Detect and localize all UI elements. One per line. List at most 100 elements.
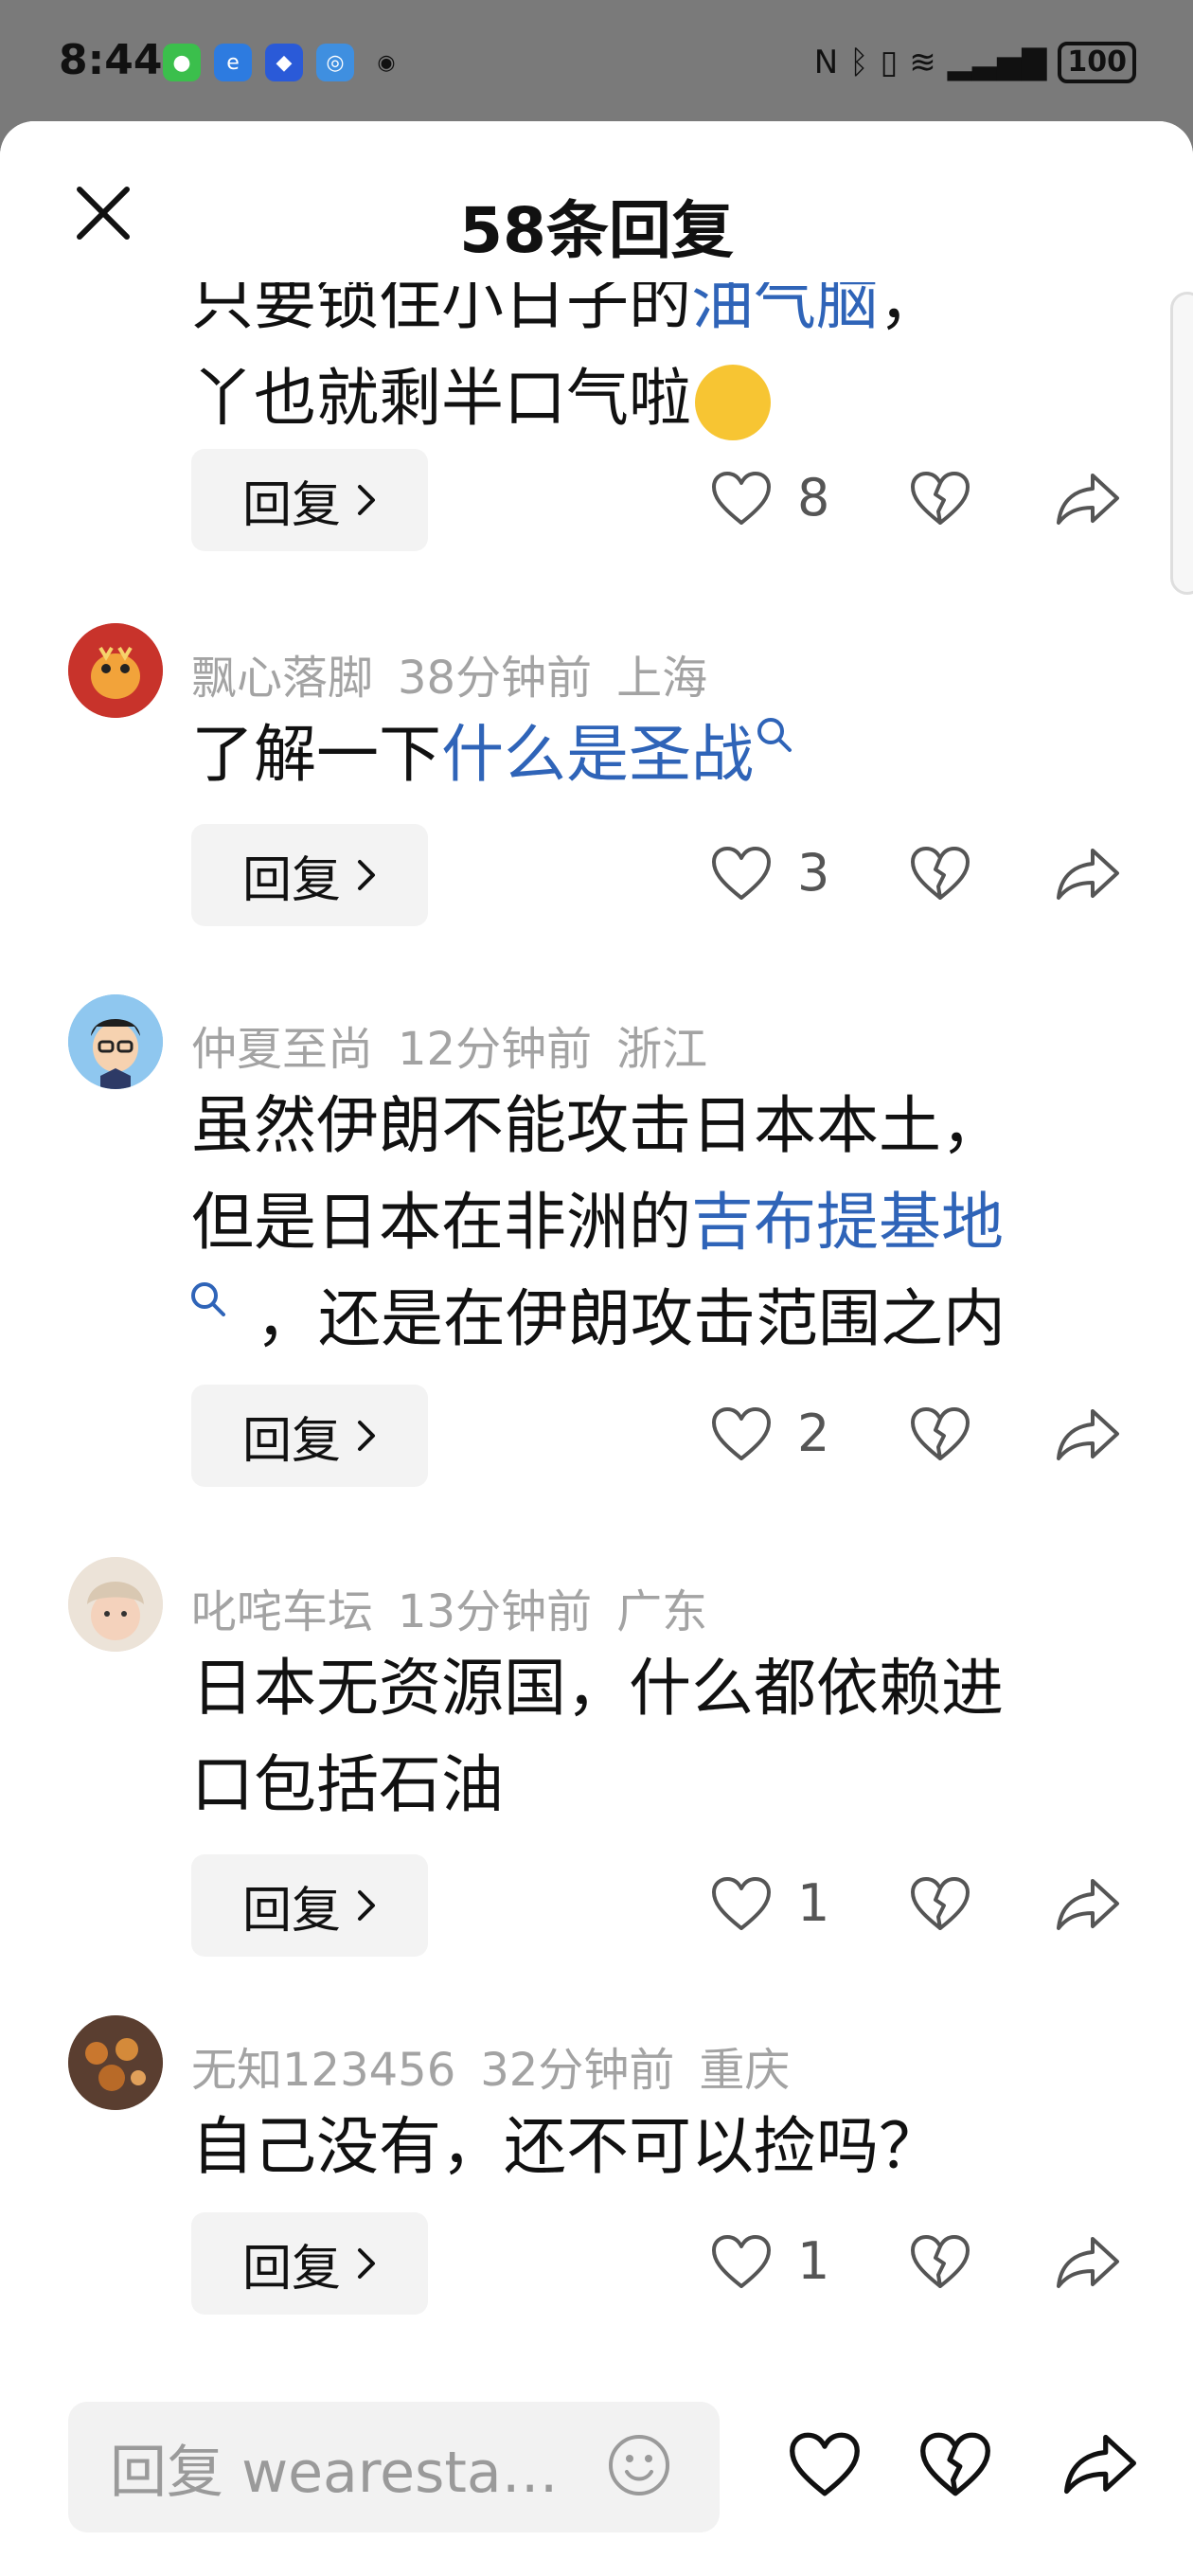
comment-body: 自己没有，还不可以捡吗？: [191, 2099, 1129, 2195]
vibrate-icon: ▯: [880, 44, 899, 81]
emoji-button[interactable]: [606, 2432, 672, 2502]
dislike-button[interactable]: [918, 2430, 992, 2502]
like-count: 1: [797, 1873, 830, 1933]
timestamp: 32分钟前: [480, 2044, 675, 2097]
like-button[interactable]: 1: [710, 2231, 829, 2291]
comment-body: 只要锁住小日子的油气脑， 丫也就剩半口气啦: [191, 254, 1129, 447]
sheet-title: 58条回复: [459, 194, 734, 267]
globe-icon: ◎: [316, 44, 354, 81]
reply-button[interactable]: 回复: [191, 1385, 428, 1487]
broken-heart-icon: [911, 1877, 970, 1930]
avatar[interactable]: [68, 2015, 163, 2110]
eye-icon: ◉: [377, 50, 396, 75]
dislike-button[interactable]: [909, 1405, 971, 1466]
like-button[interactable]: 1: [710, 1873, 829, 1933]
emoji-icon: [609, 2435, 669, 2496]
like-count: 8: [797, 468, 830, 528]
reply-button[interactable]: 回复: [191, 449, 428, 551]
chevron-right-icon: [358, 485, 375, 515]
avatar[interactable]: [68, 994, 163, 1089]
comment-actions: 回复 1: [0, 1854, 1193, 1957]
comment-line: 虽然伊朗不能攻击日本本土，: [191, 1089, 1004, 1162]
reply-button[interactable]: 回复: [191, 2212, 428, 2315]
comment-line: 日本无资源国，什么都依赖进: [191, 1652, 1004, 1725]
heart-icon: [712, 471, 771, 525]
like-button[interactable]: 3: [710, 843, 829, 903]
cartoon-boy-avatar-icon: [68, 994, 163, 1089]
broken-heart-icon: [911, 2235, 970, 2288]
chevron-right-icon: [358, 1421, 375, 1451]
topic-link[interactable]: 什么是圣战: [441, 718, 754, 791]
reply-button[interactable]: 回复: [191, 1854, 428, 1957]
laughing-emoji-icon: [695, 364, 771, 440]
broken-heart-icon: [911, 472, 970, 525]
heart-icon: [712, 1406, 771, 1460]
sheet-header: 58条回复: [0, 121, 1193, 282]
comment-meta: 叱咤车坛 13分钟前 广东: [191, 1574, 732, 1640]
dislike-button[interactable]: [909, 2233, 971, 2294]
timestamp: 13分钟前: [398, 1585, 593, 1638]
reply-input-placeholder: 回复 wearesta…: [110, 2439, 559, 2506]
comment-actions: 回复 2: [0, 1385, 1193, 1487]
broken-heart-icon: [920, 2432, 990, 2496]
lightbulb-icon: ◆: [265, 44, 303, 81]
comment-meta: 无知123456 32分钟前 重庆: [191, 2032, 814, 2099]
status-indicators: N ᛒ ▯ ≋ ▂▃▅▇ 100: [814, 42, 1136, 83]
comment-line: ，还是在伊朗攻击范围之内: [187, 1271, 1125, 1368]
avatar[interactable]: [68, 1557, 163, 1652]
share-button[interactable]: [1055, 847, 1121, 905]
timestamp: 38分钟前: [398, 652, 593, 705]
like-button[interactable]: 8: [710, 468, 829, 528]
topic-link[interactable]: 吉布提基地: [691, 1186, 1004, 1259]
timestamp: 12分钟前: [398, 1023, 593, 1076]
username[interactable]: 飘心落脚: [191, 652, 373, 705]
like-button[interactable]: 2: [710, 1404, 829, 1463]
reply-button[interactable]: 回复: [191, 824, 428, 926]
comment-actions: 回复 8: [0, 449, 1193, 551]
share-button[interactable]: [1062, 2432, 1138, 2500]
share-button[interactable]: [1055, 472, 1121, 530]
comment-actions: 回复 1: [0, 2212, 1193, 2315]
dragon-avatar-icon: [68, 623, 163, 718]
comment-line: 口包括石油: [191, 1748, 504, 1821]
location: 浙江: [616, 1023, 708, 1076]
broken-heart-icon: [911, 1407, 970, 1460]
share-button[interactable]: [1055, 2235, 1121, 2294]
heart-icon: [712, 1876, 771, 1930]
username[interactable]: 叱咤车坛: [191, 1585, 373, 1638]
share-icon: [1064, 2434, 1136, 2495]
browser-icon: e: [214, 44, 252, 81]
share-button[interactable]: [1055, 1407, 1121, 1466]
bluetooth-icon: ᛒ: [849, 44, 869, 81]
status-bar: 8:44 ● e ◆ ◎ ◉ N ᛒ ▯ ≋ ▂▃▅▇ 100: [0, 0, 1193, 133]
like-count: 1: [797, 2231, 830, 2291]
like-count: 3: [797, 843, 830, 903]
chevron-right-icon: [358, 860, 375, 890]
comment-body: 了解一下什么是圣战: [191, 707, 1129, 803]
chevron-right-icon: [358, 2248, 375, 2279]
comment-body: 虽然伊朗不能攻击日本本土， 但是日本在非洲的吉布提基地 ，还是在伊朗攻击范围之内: [191, 1078, 1129, 1368]
broken-heart-icon: [911, 847, 970, 900]
like-button[interactable]: [788, 2430, 862, 2502]
dislike-button[interactable]: [909, 845, 971, 905]
share-button[interactable]: [1055, 1877, 1121, 1936]
battery-indicator: 100: [1058, 42, 1136, 83]
dislike-button[interactable]: [909, 1875, 971, 1936]
comment-meta: 飘心落脚 38分钟前 上海: [191, 640, 732, 707]
nfc-icon: N: [813, 44, 839, 81]
share-icon: [1057, 2237, 1119, 2288]
avatar[interactable]: [68, 623, 163, 718]
location: 广东: [616, 1585, 708, 1638]
share-icon: [1057, 1879, 1119, 1930]
location: 重庆: [699, 2044, 791, 2097]
tea-set-avatar-icon: [68, 2015, 163, 2110]
heart-icon: [790, 2432, 860, 2496]
comment-actions: 回复 3: [0, 824, 1193, 926]
username[interactable]: 无知123456: [191, 2044, 455, 2097]
username[interactable]: 仲夏至尚: [191, 1023, 373, 1076]
chevron-right-icon: [358, 1890, 375, 1921]
signal-icon: ▂▃▅▇: [947, 44, 1047, 81]
comment-line: 自己没有，还不可以捡吗？: [191, 2110, 941, 2183]
dislike-button[interactable]: [909, 470, 971, 530]
comment-body: 日本无资源国，什么都依赖进 口包括石油: [191, 1640, 1129, 1834]
